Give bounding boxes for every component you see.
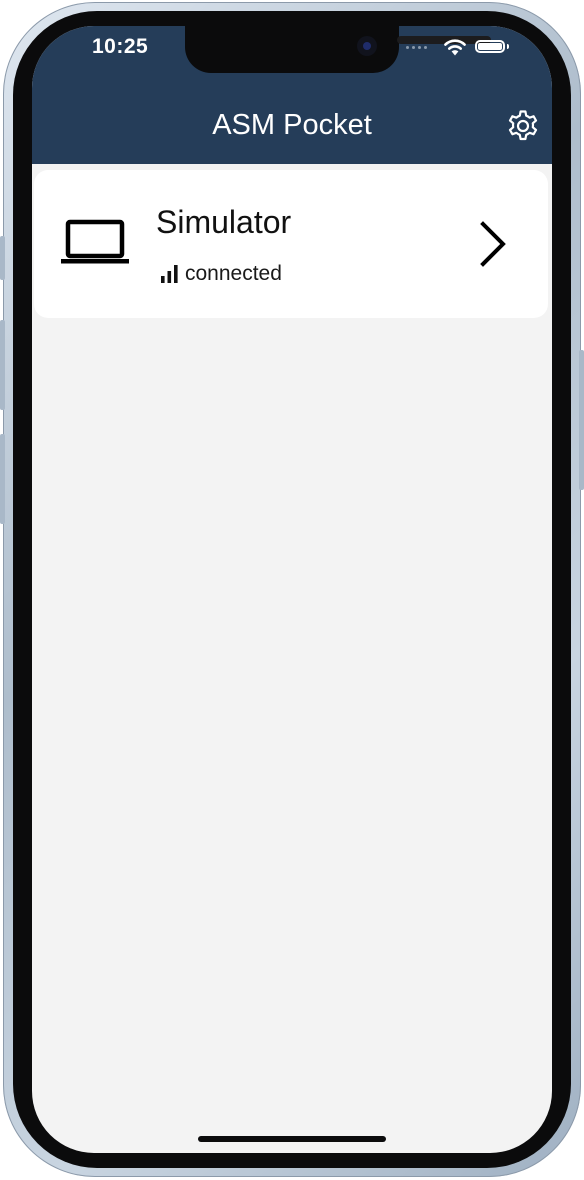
device-status-label: connected (185, 262, 282, 285)
gear-icon[interactable] (505, 108, 541, 144)
page-title: ASM Pocket (212, 109, 372, 141)
device-name: Simulator (156, 204, 292, 240)
laptop-icon (61, 219, 129, 264)
volume-up-button (0, 320, 5, 410)
device-status: connected (161, 262, 282, 286)
front-camera (357, 36, 377, 56)
device-card[interactable] (34, 170, 548, 318)
app-screen: 10:25 ASM Pocket Simulator connected (32, 26, 552, 1153)
wifi-icon (444, 39, 466, 56)
action-button (0, 236, 5, 280)
volume-down-button (0, 434, 5, 524)
power-button (579, 350, 584, 490)
signal-bars-icon (161, 265, 178, 283)
notch (185, 26, 491, 73)
home-indicator[interactable] (198, 1136, 386, 1142)
chevron-right-icon[interactable] (474, 220, 510, 268)
battery-full-icon (475, 40, 505, 53)
status-time: 10:25 (92, 35, 149, 58)
cellular-dots-icon (406, 46, 427, 49)
